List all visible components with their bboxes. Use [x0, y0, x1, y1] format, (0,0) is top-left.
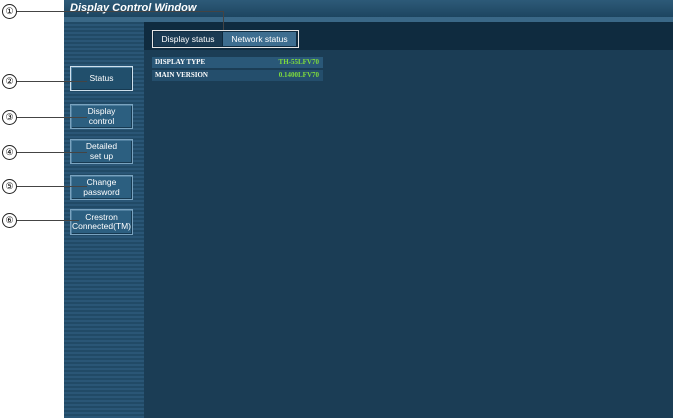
info-row-display-type: DISPLAY TYPE TH-55LFV70 [152, 57, 323, 68]
callout-line-6 [17, 220, 79, 221]
callout-3: ③ [2, 110, 17, 125]
sidebar-item-status[interactable]: Status [70, 66, 133, 91]
sidebar-item-crestron-connected[interactable]: Crestron Connected(TM) [70, 209, 133, 235]
callout-line-5 [17, 186, 87, 187]
callout-2: ② [2, 74, 17, 89]
callout-6: ⑥ [2, 213, 17, 228]
sidebar-item-label: Crestron Connected(TM) [71, 211, 132, 231]
callout-1: ① [2, 4, 17, 19]
info-row-main-version: MAIN VERSION 0.1400LFV70 [152, 70, 323, 81]
callout-5: ⑤ [2, 179, 17, 194]
callout-line-1 [17, 11, 223, 12]
callout-line-4 [17, 152, 87, 153]
sidebar-item-change-password[interactable]: Change password [70, 175, 133, 200]
info-label: DISPLAY TYPE [155, 58, 206, 66]
info-value: 0.1400LFV70 [278, 71, 319, 79]
tab-display-status[interactable]: Display status [154, 32, 222, 46]
sidebar-item-label: Change password [83, 177, 120, 197]
info-label: MAIN VERSION [155, 71, 208, 79]
callout-line-2 [17, 81, 87, 82]
info-value: TH-55LFV70 [278, 58, 319, 66]
callout-line-1-vertical [223, 11, 224, 30]
sidebar-item-label: Status [89, 72, 114, 83]
callout-4: ④ [2, 145, 17, 160]
window-title: Display Control Window [64, 0, 673, 17]
callout-line-3 [17, 117, 87, 118]
sidebar-item-label: Detailed set up [85, 141, 118, 161]
display-control-window: Display Control Window Status Display co… [64, 0, 673, 418]
sidebar-item-label: Display control [87, 106, 116, 126]
tab-network-status[interactable]: Network status [223, 32, 296, 46]
